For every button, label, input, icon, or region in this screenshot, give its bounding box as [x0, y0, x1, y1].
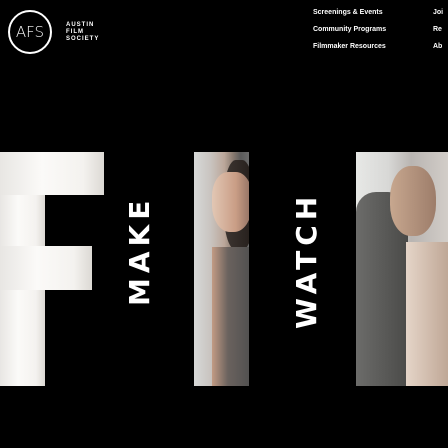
afs-logo-mark: AFS [8, 10, 52, 54]
logo-wordmark: AUSTIN FILM SOCIETY [66, 22, 99, 43]
hero-word-watch[interactable]: WATCH [290, 192, 323, 329]
nav-link-about[interactable]: Ab [433, 43, 443, 60]
nav-link-filmmaker-resources[interactable]: Filmmaker Resources [313, 43, 386, 60]
logo-line-austin: AUSTIN [66, 21, 95, 28]
hero-letter-f [0, 152, 104, 386]
nav-link-rent[interactable]: Re [433, 26, 443, 43]
nav-column-1: Screenings & Events Community Programs F… [313, 9, 386, 60]
hero-photo-woman [194, 152, 249, 386]
logo-line-film: FILM [66, 28, 84, 35]
logo[interactable]: AFS AUSTIN FILM SOCIETY [8, 10, 99, 54]
nav-link-join[interactable]: Joi [433, 9, 443, 26]
nav-column-2: Joi Re Ab [433, 9, 443, 60]
hero-word-make[interactable]: MAKE [123, 196, 156, 306]
nav-link-community-programs[interactable]: Community Programs [313, 26, 386, 43]
logo-line-society: SOCIETY [66, 35, 100, 42]
hero-photo-crew [356, 152, 448, 386]
nav-link-screenings-events[interactable]: Screenings & Events [313, 9, 386, 26]
